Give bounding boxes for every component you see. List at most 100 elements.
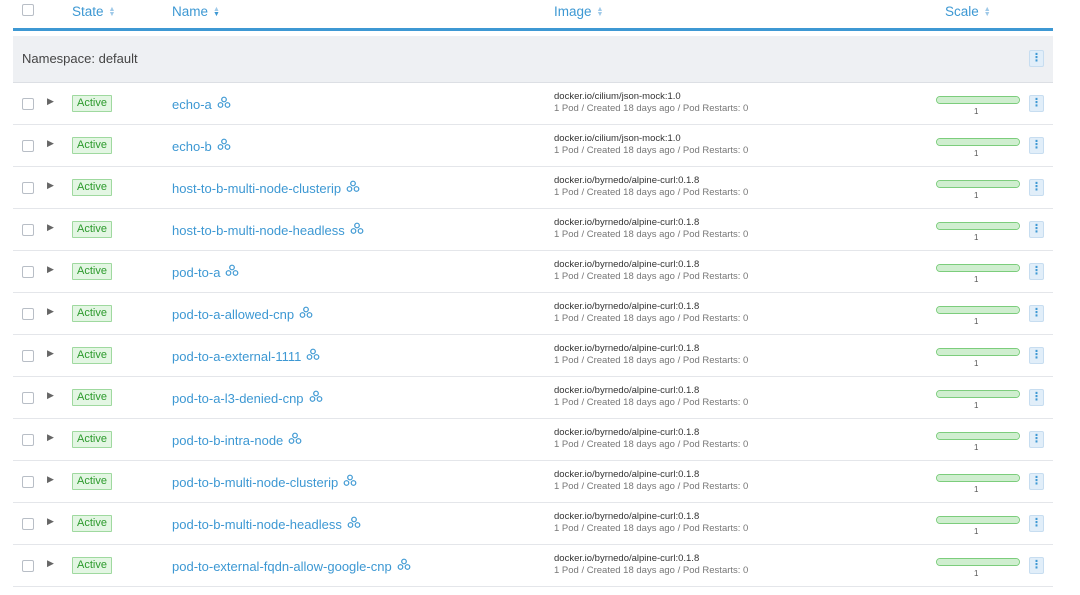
row-checkbox[interactable] (22, 518, 34, 530)
workload-name-link[interactable]: host-to-b-multi-node-clusterip (172, 180, 360, 196)
row-checkbox[interactable] (22, 224, 34, 236)
kebab-menu-icon[interactable]: ⋮ (1029, 431, 1044, 448)
kebab-menu-icon[interactable]: ⋮ (1029, 221, 1044, 238)
image-name: docker.io/byrnedo/alpine-curl:0.1.8 (554, 217, 700, 228)
pod-details: 1 Pod / Created 18 days ago / Pod Restar… (554, 523, 749, 534)
workload-cluster-icon (350, 222, 364, 238)
table-row: ▶ Active host-to-b-multi-node-headless dock… (13, 209, 1053, 251)
image-name: docker.io/byrnedo/alpine-curl:0.1.8 (554, 427, 700, 438)
pod-details: 1 Pod / Created 18 days ago / Pod Restar… (554, 481, 749, 492)
kebab-menu-icon[interactable]: ⋮ (1029, 179, 1044, 196)
kebab-menu-icon[interactable]: ⋮ (1029, 137, 1044, 154)
column-header-image[interactable]: Image ▲ ▼ (554, 4, 603, 19)
workload-name-link[interactable]: pod-to-a (172, 264, 239, 280)
scale-count: 1 (974, 401, 979, 410)
workload-cluster-icon (343, 474, 357, 490)
scale-bar (936, 96, 1020, 104)
table-row: ▶ Active host-to-b-multi-node-clusterip doc… (13, 167, 1053, 209)
status-badge: Active (72, 95, 112, 112)
kebab-menu-icon[interactable]: ⋮ (1029, 50, 1044, 67)
status-badge: Active (72, 431, 112, 448)
workload-name-link[interactable]: pod-to-a-external-1111 (172, 348, 320, 364)
image-name: docker.io/cilium/json-mock:1.0 (554, 133, 681, 144)
namespace-group-header: Namespace: default ⋮ (13, 36, 1053, 83)
scale-bar (936, 390, 1020, 398)
expand-arrow-icon[interactable]: ▶ (47, 432, 54, 443)
row-checkbox[interactable] (22, 182, 34, 194)
status-badge: Active (72, 305, 112, 322)
pod-details: 1 Pod / Created 18 days ago / Pod Restar… (554, 313, 749, 324)
row-checkbox[interactable] (22, 266, 34, 278)
workload-name-link[interactable]: pod-to-b-intra-node (172, 432, 302, 448)
scale-count: 1 (974, 107, 979, 116)
workload-name-link[interactable]: echo-a (172, 96, 231, 112)
workload-cluster-icon (217, 96, 231, 112)
column-header-state[interactable]: State ▲ ▼ (72, 4, 115, 19)
row-checkbox[interactable] (22, 392, 34, 404)
scale-bar (936, 306, 1020, 314)
expand-arrow-icon[interactable]: ▶ (47, 264, 54, 275)
expand-arrow-icon[interactable]: ▶ (47, 516, 54, 527)
expand-arrow-icon[interactable]: ▶ (47, 306, 54, 317)
scale-count: 1 (974, 527, 979, 536)
column-label-name: Name (172, 4, 209, 19)
kebab-menu-icon[interactable]: ⋮ (1029, 473, 1044, 490)
kebab-menu-icon[interactable]: ⋮ (1029, 347, 1044, 364)
row-checkbox[interactable] (22, 98, 34, 110)
kebab-menu-icon[interactable]: ⋮ (1029, 389, 1044, 406)
expand-arrow-icon[interactable]: ▶ (47, 96, 54, 107)
workload-name-link[interactable]: host-to-b-multi-node-headless (172, 222, 364, 238)
scale-bar (936, 348, 1020, 356)
image-name: docker.io/byrnedo/alpine-curl:0.1.8 (554, 511, 700, 522)
kebab-menu-icon[interactable]: ⋮ (1029, 95, 1044, 112)
pod-details: 1 Pod / Created 18 days ago / Pod Restar… (554, 565, 749, 576)
row-checkbox[interactable] (22, 434, 34, 446)
workload-name: pod-to-external-fqdn-allow-google-cnp (172, 558, 392, 574)
row-checkbox[interactable] (22, 560, 34, 572)
workload-name-link[interactable]: pod-to-b-multi-node-clusterip (172, 474, 357, 490)
column-header-scale[interactable]: Scale ▲ ▼ (945, 4, 991, 19)
pod-details: 1 Pod / Created 18 days ago / Pod Restar… (554, 355, 749, 366)
status-badge: Active (72, 347, 112, 364)
row-checkbox[interactable] (22, 140, 34, 152)
image-name: docker.io/byrnedo/alpine-curl:0.1.8 (554, 343, 700, 354)
kebab-menu-icon[interactable]: ⋮ (1029, 305, 1044, 322)
workload-cluster-icon (225, 264, 239, 280)
column-label-scale: Scale (945, 4, 979, 19)
kebab-menu-icon[interactable]: ⋮ (1029, 515, 1044, 532)
expand-arrow-icon[interactable]: ▶ (47, 558, 54, 569)
kebab-menu-icon[interactable]: ⋮ (1029, 557, 1044, 574)
row-checkbox[interactable] (22, 350, 34, 362)
scale-count: 1 (974, 149, 979, 158)
workload-name: pod-to-a-l3-denied-cnp (172, 390, 304, 406)
expand-arrow-icon[interactable]: ▶ (47, 474, 54, 485)
workload-name: pod-to-b-intra-node (172, 432, 284, 448)
expand-arrow-icon[interactable]: ▶ (47, 348, 54, 359)
workload-name-link[interactable]: pod-to-a-l3-denied-cnp (172, 390, 323, 406)
table-body: ▶ Active echo-a docker.io/cilium/json-mock:… (13, 83, 1053, 587)
row-checkbox[interactable] (22, 308, 34, 320)
workload-cluster-icon (397, 558, 411, 574)
workload-name-link[interactable]: pod-to-external-fqdn-allow-google-cnp (172, 558, 411, 574)
scale-count: 1 (974, 275, 979, 284)
expand-arrow-icon[interactable]: ▶ (47, 390, 54, 401)
select-all-checkbox[interactable] (22, 4, 34, 16)
table-header: State ▲ ▼ Name ▲ ▼ Image ▲ ▼ Scale ▲ ▼ (13, 0, 1053, 31)
status-badge: Active (72, 389, 112, 406)
pod-details: 1 Pod / Created 18 days ago / Pod Restar… (554, 271, 749, 282)
workload-name-link[interactable]: pod-to-b-multi-node-headless (172, 516, 361, 532)
status-badge: Active (72, 179, 112, 196)
expand-arrow-icon[interactable]: ▶ (47, 222, 54, 233)
workload-name-link[interactable]: pod-to-a-allowed-cnp (172, 306, 313, 322)
workloads-table: State ▲ ▼ Name ▲ ▼ Image ▲ ▼ Scale ▲ ▼ Names… (13, 0, 1053, 587)
expand-arrow-icon[interactable]: ▶ (47, 180, 54, 191)
column-header-name[interactable]: Name ▲ ▼ (172, 4, 220, 19)
workload-name-link[interactable]: echo-b (172, 138, 231, 154)
workload-name: echo-b (172, 138, 212, 154)
kebab-menu-icon[interactable]: ⋮ (1029, 263, 1044, 280)
pod-details: 1 Pod / Created 18 days ago / Pod Restar… (554, 187, 749, 198)
expand-arrow-icon[interactable]: ▶ (47, 138, 54, 149)
status-badge: Active (72, 515, 112, 532)
row-checkbox[interactable] (22, 476, 34, 488)
table-row: ▶ Active pod-to-a-l3-denied-cnp docker.io/b… (13, 377, 1053, 419)
